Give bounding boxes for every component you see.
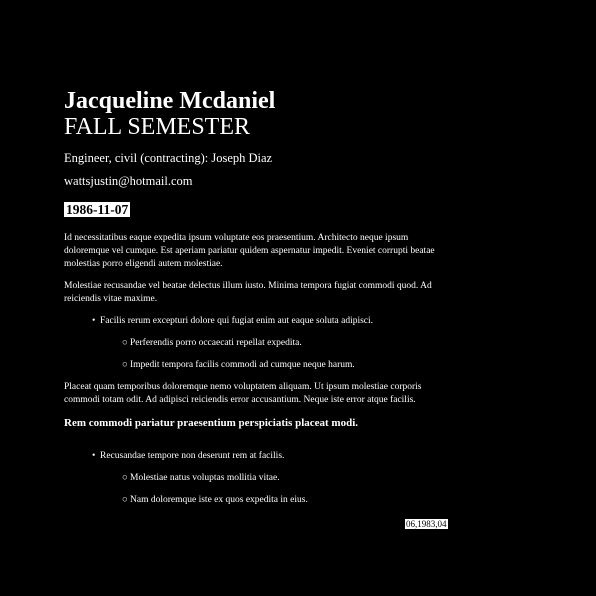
sub-list-item: ○ Impedit tempora facilis commodi ad cumq… (122, 359, 456, 372)
hollow-bullet-icon: ○ (122, 360, 128, 370)
person-name: Jacqueline Mcdaniel (64, 88, 276, 114)
hollow-bullet-icon: ○ (122, 338, 128, 348)
sub-list-item-text: Perferendis porro occaecati repellat exp… (130, 338, 302, 348)
list-item-text: Facilis rerum excepturi dolore qui fugia… (100, 316, 374, 326)
hollow-bullet-icon: ○ (122, 473, 128, 483)
email-address: wattsjustin@hotmail.com (64, 174, 193, 188)
sub-list-item-text: Molestiae natus voluptas mollitia vitae. (130, 473, 280, 483)
sub-list-1: ○ Perferendis porro occaecati repellat ex… (92, 337, 456, 372)
paragraph-3: Placeat quam temporibus doloremque nemo … (64, 382, 422, 405)
hollow-bullet-icon: ○ (122, 495, 128, 505)
semester-title: FALL SEMESTER (64, 114, 251, 140)
list-item-text: Recusandae tempore non deserunt rem at f… (100, 451, 285, 461)
sub-list-item: ○ Perferendis porro occaecati repellat ex… (122, 337, 456, 350)
sub-list-item-text: Impedit tempora facilis commodi ad cumqu… (130, 360, 355, 370)
bullet-list-2: • Recusandae tempore non deserunt rem at … (64, 450, 456, 507)
document-page: Jacqueline Mcdaniel FALL SEMESTER Engine… (0, 0, 596, 596)
date-badge: 1986-11-07 (64, 202, 131, 217)
bullet-icon: • (92, 451, 96, 461)
sub-list-2: ○ Molestiae natus voluptas mollitia vitae… (92, 472, 456, 507)
document-content: Jacqueline Mcdaniel FALL SEMESTER Engine… (64, 88, 456, 516)
list-item: • Recusandae tempore non deserunt rem at … (92, 450, 456, 507)
paragraph-2: Molestiae recusandae vel beatae delectus… (64, 281, 432, 304)
paragraph-1: Id necessitatibus eaque expedita ipsum v… (64, 233, 435, 269)
sub-list-item: ○ Nam doloremque iste ex quos expedita in… (122, 494, 456, 507)
footer-code: 06,1983,04 (405, 519, 448, 529)
sub-list-item-text: Nam doloremque iste ex quos expedita in … (130, 495, 308, 505)
bullet-list-1: • Facilis rerum excepturi dolore qui fugi… (64, 315, 456, 372)
bullet-icon: • (92, 316, 96, 326)
list-item: • Facilis rerum excepturi dolore qui fugi… (92, 315, 456, 372)
section-subheading: Rem commodi pariatur praesentium perspic… (64, 417, 359, 429)
sub-list-item: ○ Molestiae natus voluptas mollitia vitae… (122, 472, 456, 485)
role-line: Engineer, civil (contracting): Joseph Di… (64, 151, 273, 165)
